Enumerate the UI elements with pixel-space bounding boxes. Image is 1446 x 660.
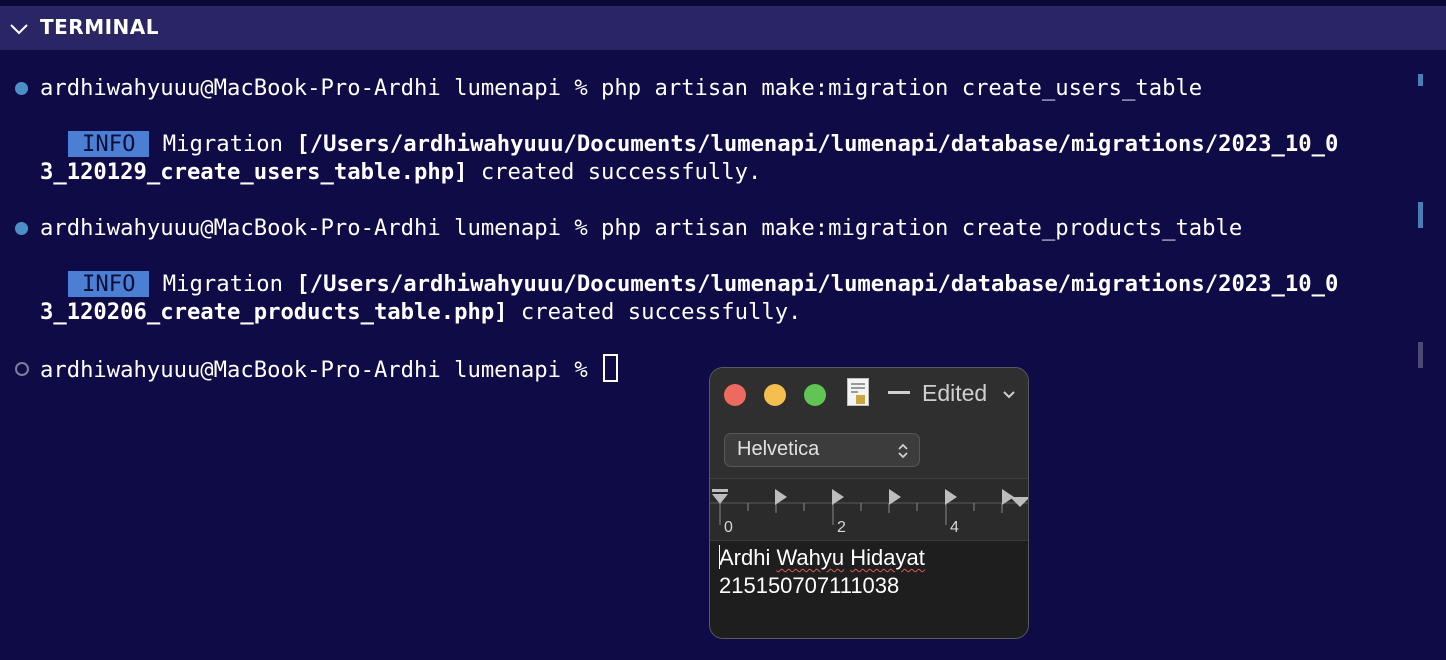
scrollbar-mark[interactable] [1418,202,1423,228]
message-suffix: created successfully. [507,299,802,325]
terminal-panel-header[interactable]: TERMINAL [0,6,1446,50]
misspelled-word[interactable]: Wahyu [776,545,844,570]
text-line-2: 215150707111038 [719,573,900,598]
ruler-label: 4 [950,519,959,536]
text-ruler[interactable]: 0 2 4 [710,478,1028,540]
command-text: php artisan make:migration create_users_… [601,75,1203,101]
chevron-down-icon[interactable] [1002,390,1016,400]
edited-label: Edited [922,380,988,406]
scrollbar-mark[interactable] [1418,342,1423,368]
text-word: Ardhi [719,545,771,570]
close-button[interactable] [724,384,746,406]
document-icon[interactable] [847,378,869,406]
prompt: ardhiwahyuuu@MacBook-Pro-Ardhi lumenapi … [40,215,602,241]
document-title[interactable]: Edited [888,380,987,407]
output-line-2b: 3_120206_create_products_table.php] crea… [40,298,801,326]
info-badge: INFO [68,131,150,157]
migration-path-cont: 3_120206_create_products_table.php] [40,299,508,325]
current-prompt-line[interactable]: ardhiwahyuuu@MacBook-Pro-Ardhi lumenapi … [40,354,619,384]
command-status-dot-pending[interactable] [15,362,29,376]
output-line-1b: 3_120129_create_users_table.php] created… [40,158,761,186]
command-line-2: ardhiwahyuuu@MacBook-Pro-Ardhi lumenapi … [40,214,1242,242]
message-prefix: Migration [149,131,297,157]
text-editing-area[interactable]: Ardhi Wahyu Hidayat 215150707111038 [710,540,1028,638]
textedit-window[interactable]: Edited Helvetica 0 2 4 Ardhi Wahyu Hiday… [709,367,1029,639]
misspelled-word[interactable]: Hidayat [850,545,925,570]
font-family-select[interactable]: Helvetica [724,433,920,467]
prompt: ardhiwahyuuu@MacBook-Pro-Ardhi lumenapi … [40,75,602,101]
minimize-button[interactable] [764,384,786,406]
command-line-1: ardhiwahyuuu@MacBook-Pro-Ardhi lumenapi … [40,74,1202,102]
output-line-1a: INFO Migration [/Users/ardhiwahyuuu/Docu… [68,130,1338,158]
text-caret [719,545,720,569]
panel-title: TERMINAL [40,15,160,39]
updown-chevron-icon [898,443,908,459]
ruler-label: 0 [724,519,733,536]
migration-path: [/Users/ardhiwahyuuu/Documents/lumenapi/… [296,131,1339,157]
textedit-titlebar[interactable]: Edited Helvetica [710,368,1028,478]
scrollbar-mark[interactable] [1418,74,1423,86]
message-prefix: Migration [149,271,297,297]
info-badge: INFO [68,271,150,297]
message-suffix: created successfully. [467,159,762,185]
migration-path-cont: 3_120129_create_users_table.php] [40,159,468,185]
document-text[interactable]: Ardhi Wahyu Hidayat 215150707111038 [719,544,925,600]
command-text: php artisan make:migration create_produc… [601,215,1243,241]
terminal-cursor [603,354,619,382]
command-status-dot[interactable] [15,222,28,235]
chevron-down-icon[interactable] [8,18,30,40]
ruler-label: 2 [837,519,846,536]
font-family-value: Helvetica [737,438,820,460]
migration-path: [/Users/ardhiwahyuuu/Documents/lumenapi/… [296,271,1339,297]
command-status-dot[interactable] [15,82,28,95]
output-line-2a: INFO Migration [/Users/ardhiwahyuuu/Docu… [68,270,1338,298]
prompt: ardhiwahyuuu@MacBook-Pro-Ardhi lumenapi … [40,357,602,383]
zoom-button[interactable] [804,384,826,406]
